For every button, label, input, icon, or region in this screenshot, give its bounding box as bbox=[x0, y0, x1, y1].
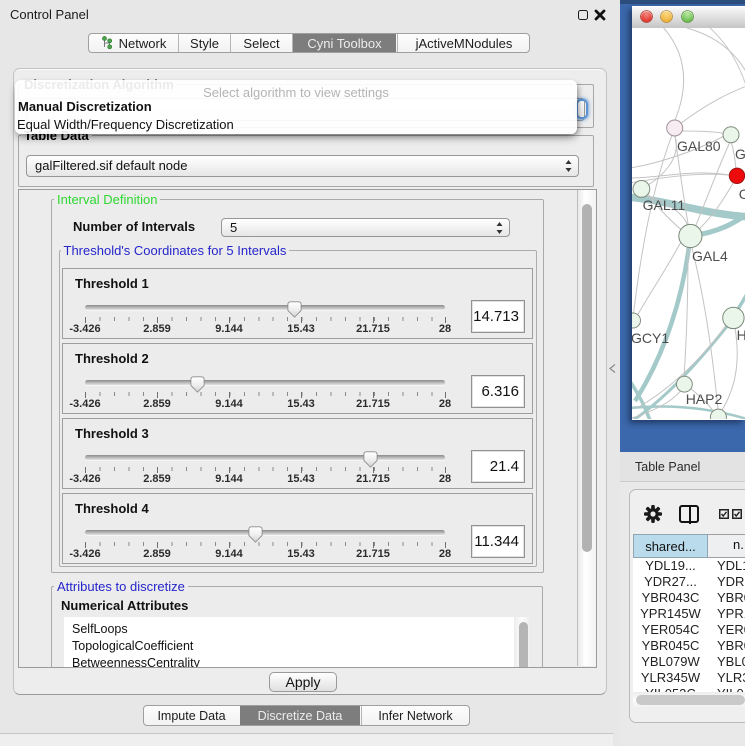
svg-text:HAP2: HAP2 bbox=[686, 391, 723, 407]
svg-text:GCY1: GCY1 bbox=[632, 330, 669, 346]
svg-text:G.: G. bbox=[735, 146, 745, 162]
svg-text:C: C bbox=[739, 186, 745, 202]
svg-text:H: H bbox=[737, 327, 745, 343]
svg-text:GAL4: GAL4 bbox=[692, 248, 728, 264]
svg-text:GAL80: GAL80 bbox=[677, 138, 721, 154]
svg-text:GAL11: GAL11 bbox=[643, 197, 686, 213]
